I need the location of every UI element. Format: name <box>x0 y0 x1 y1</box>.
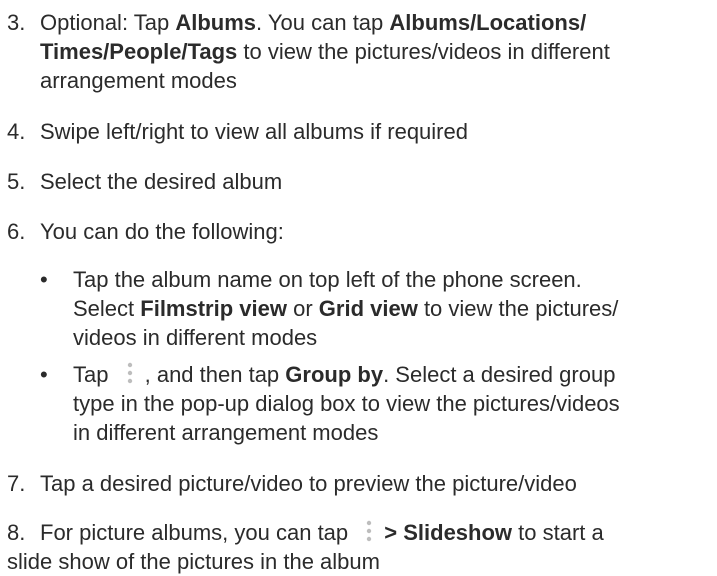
albums-locations-label: Albums/Locations/ <box>389 10 587 35</box>
bullet-text: Tap the album name on top left of the ph… <box>73 267 619 350</box>
grid-view-label: Grid view <box>318 296 418 321</box>
bullet-dot: • <box>40 362 48 387</box>
step-text: For picture albums, you can tap > Slides… <box>40 519 604 545</box>
bullet-dot: • <box>40 267 48 292</box>
step-text: Optional: Tap Albums. You can tap Albums… <box>40 10 610 93</box>
step-number: 4. <box>7 119 26 144</box>
slideshow-label: > Slideshow <box>384 520 513 545</box>
group-by-label: Group by <box>285 362 384 387</box>
instruction-document: 3. Optional: Tap Albums. You can tap Alb… <box>0 0 717 574</box>
step-number: 5. <box>7 169 26 194</box>
step-text: You can do the following: <box>40 219 284 244</box>
step-text: Select the desired album <box>40 169 283 194</box>
step-number: 7. <box>7 471 26 496</box>
step-number: 8. <box>7 520 26 545</box>
filmstrip-view-label: Filmstrip view <box>140 296 287 321</box>
step-8-continuation: slide show of the pictures in the album <box>7 549 380 574</box>
step-number: 3. <box>7 10 26 35</box>
step-text: Tap a desired picture/video to preview t… <box>40 471 577 496</box>
more-menu-icon <box>119 361 141 387</box>
bullet-text: Tap , and then tap Group by. Select a de… <box>73 361 620 445</box>
step-number: 6. <box>7 219 26 244</box>
albums-label: Albums <box>175 10 257 35</box>
times-people-tags-label: Times/People/Tags <box>40 39 238 64</box>
step-text: Swipe left/right to view all albums if r… <box>40 119 468 144</box>
more-menu-icon <box>358 519 380 545</box>
